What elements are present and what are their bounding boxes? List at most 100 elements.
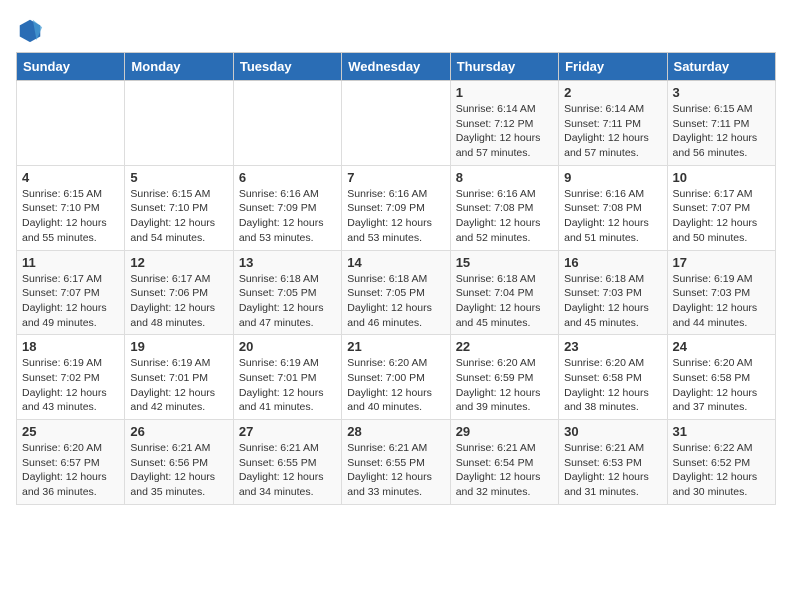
day-number: 30	[564, 424, 661, 439]
calendar-cell: 28Sunrise: 6:21 AM Sunset: 6:55 PM Dayli…	[342, 420, 450, 505]
day-info: Sunrise: 6:21 AM Sunset: 6:53 PM Dayligh…	[564, 441, 661, 500]
week-row-3: 11 Sunrise: 6:17 AM Sunset: 7:07 PM Dayli…	[17, 250, 776, 335]
day-number: 19	[130, 339, 227, 354]
day-info: Sunrise: 6:16 AM Sunset: 7:09 PM Dayligh…	[239, 187, 336, 246]
day-number: 11	[22, 255, 119, 270]
day-info: Sunrise: 6:20 AM Sunset: 6:57 PM Dayligh…	[22, 441, 119, 500]
day-info: Sunrise: 6:21 AM Sunset: 6:56 PM Dayligh…	[130, 441, 227, 500]
day-number: 10	[673, 170, 770, 185]
day-number: 12	[130, 255, 227, 270]
day-number: 8	[456, 170, 553, 185]
day-info: Sunrise: 6:20 AM Sunset: 6:59 PM Dayligh…	[456, 356, 553, 415]
day-info: Sunrise: 6:16 AM Sunset: 7:09 PM Dayligh…	[347, 187, 444, 246]
day-info: Sunrise: 6:18 AM Sunset: 7:05 PM Dayligh…	[347, 272, 444, 331]
calendar-cell: 13 Sunrise: 6:18 AM Sunset: 7:05 PM Dayli…	[233, 250, 341, 335]
calendar-table: SundayMondayTuesdayWednesdayThursdayFrid…	[16, 52, 776, 505]
day-info: Sunrise: 6:21 AM Sunset: 6:54 PM Dayligh…	[456, 441, 553, 500]
day-info: Sunrise: 6:18 AM Sunset: 7:05 PM Dayligh…	[239, 272, 336, 331]
calendar-cell: 1 Sunrise: 6:14 AM Sunset: 7:12 PM Daylig…	[450, 81, 558, 166]
day-header-thursday: Thursday	[450, 53, 558, 81]
calendar-cell: 31 Sunrise: 6:22 AM Sunset: 6:52 PM Dayli…	[667, 420, 775, 505]
day-header-wednesday: Wednesday	[342, 53, 450, 81]
calendar-cell: 14 Sunrise: 6:18 AM Sunset: 7:05 PM Dayli…	[342, 250, 450, 335]
day-info: Sunrise: 6:17 AM Sunset: 7:07 PM Dayligh…	[673, 187, 770, 246]
day-number: 15	[456, 255, 553, 270]
week-row-1: 1 Sunrise: 6:14 AM Sunset: 7:12 PM Daylig…	[17, 81, 776, 166]
day-number: 23	[564, 339, 661, 354]
calendar-cell	[125, 81, 233, 166]
day-number: 13	[239, 255, 336, 270]
calendar-cell: 15 Sunrise: 6:18 AM Sunset: 7:04 PM Dayli…	[450, 250, 558, 335]
day-number: 22	[456, 339, 553, 354]
calendar-cell: 6 Sunrise: 6:16 AM Sunset: 7:09 PM Daylig…	[233, 165, 341, 250]
day-info: Sunrise: 6:18 AM Sunset: 7:04 PM Dayligh…	[456, 272, 553, 331]
day-info: Sunrise: 6:15 AM Sunset: 7:10 PM Dayligh…	[130, 187, 227, 246]
calendar-cell: 16Sunrise: 6:18 AM Sunset: 7:03 PM Dayli…	[559, 250, 667, 335]
calendar-cell: 12Sunrise: 6:17 AM Sunset: 7:06 PM Dayli…	[125, 250, 233, 335]
calendar-cell	[342, 81, 450, 166]
day-number: 27	[239, 424, 336, 439]
day-header-monday: Monday	[125, 53, 233, 81]
calendar-cell: 25 Sunrise: 6:20 AM Sunset: 6:57 PM Dayli…	[17, 420, 125, 505]
calendar-cell: 10 Sunrise: 6:17 AM Sunset: 7:07 PM Dayli…	[667, 165, 775, 250]
week-row-2: 4 Sunrise: 6:15 AM Sunset: 7:10 PM Daylig…	[17, 165, 776, 250]
calendar-cell: 29 Sunrise: 6:21 AM Sunset: 6:54 PM Dayli…	[450, 420, 558, 505]
calendar-cell	[17, 81, 125, 166]
logo-icon	[16, 16, 44, 44]
day-info: Sunrise: 6:20 AM Sunset: 6:58 PM Dayligh…	[673, 356, 770, 415]
calendar-cell: 30 Sunrise: 6:21 AM Sunset: 6:53 PM Dayli…	[559, 420, 667, 505]
calendar-cell: 11 Sunrise: 6:17 AM Sunset: 7:07 PM Dayli…	[17, 250, 125, 335]
day-number: 17	[673, 255, 770, 270]
calendar-cell: 4 Sunrise: 6:15 AM Sunset: 7:10 PM Daylig…	[17, 165, 125, 250]
calendar-body: 1 Sunrise: 6:14 AM Sunset: 7:12 PM Daylig…	[17, 81, 776, 505]
day-info: Sunrise: 6:21 AM Sunset: 6:55 PM Dayligh…	[239, 441, 336, 500]
day-number: 4	[22, 170, 119, 185]
day-number: 9	[564, 170, 661, 185]
calendar-cell: 23Sunrise: 6:20 AM Sunset: 6:58 PM Dayli…	[559, 335, 667, 420]
day-info: Sunrise: 6:19 AM Sunset: 7:02 PM Dayligh…	[22, 356, 119, 415]
day-info: Sunrise: 6:14 AM Sunset: 7:11 PM Dayligh…	[564, 102, 661, 161]
calendar-cell: 7 Sunrise: 6:16 AM Sunset: 7:09 PM Daylig…	[342, 165, 450, 250]
day-number: 24	[673, 339, 770, 354]
calendar-cell: 18 Sunrise: 6:19 AM Sunset: 7:02 PM Dayli…	[17, 335, 125, 420]
day-header-tuesday: Tuesday	[233, 53, 341, 81]
day-info: Sunrise: 6:18 AM Sunset: 7:03 PM Dayligh…	[564, 272, 661, 331]
calendar-cell: 26 Sunrise: 6:21 AM Sunset: 6:56 PM Dayli…	[125, 420, 233, 505]
day-number: 20	[239, 339, 336, 354]
day-number: 14	[347, 255, 444, 270]
logo	[16, 16, 48, 44]
day-header-sunday: Sunday	[17, 53, 125, 81]
day-header-friday: Friday	[559, 53, 667, 81]
day-number: 7	[347, 170, 444, 185]
day-header-saturday: Saturday	[667, 53, 775, 81]
week-row-5: 25 Sunrise: 6:20 AM Sunset: 6:57 PM Dayli…	[17, 420, 776, 505]
calendar-cell: 9 Sunrise: 6:16 AM Sunset: 7:08 PM Daylig…	[559, 165, 667, 250]
day-number: 25	[22, 424, 119, 439]
day-info: Sunrise: 6:16 AM Sunset: 7:08 PM Dayligh…	[564, 187, 661, 246]
calendar-cell: 19Sunrise: 6:19 AM Sunset: 7:01 PM Dayli…	[125, 335, 233, 420]
calendar-cell: 27 Sunrise: 6:21 AM Sunset: 6:55 PM Dayli…	[233, 420, 341, 505]
calendar-cell: 3Sunrise: 6:15 AM Sunset: 7:11 PM Daylig…	[667, 81, 775, 166]
calendar-cell: 21 Sunrise: 6:20 AM Sunset: 7:00 PM Dayli…	[342, 335, 450, 420]
page-header	[16, 16, 776, 44]
day-info: Sunrise: 6:17 AM Sunset: 7:07 PM Dayligh…	[22, 272, 119, 331]
day-info: Sunrise: 6:16 AM Sunset: 7:08 PM Dayligh…	[456, 187, 553, 246]
day-number: 18	[22, 339, 119, 354]
day-number: 26	[130, 424, 227, 439]
day-info: Sunrise: 6:20 AM Sunset: 7:00 PM Dayligh…	[347, 356, 444, 415]
day-info: Sunrise: 6:14 AM Sunset: 7:12 PM Dayligh…	[456, 102, 553, 161]
day-info: Sunrise: 6:15 AM Sunset: 7:10 PM Dayligh…	[22, 187, 119, 246]
day-number: 1	[456, 85, 553, 100]
day-info: Sunrise: 6:15 AM Sunset: 7:11 PM Dayligh…	[673, 102, 770, 161]
day-number: 31	[673, 424, 770, 439]
day-number: 21	[347, 339, 444, 354]
day-number: 6	[239, 170, 336, 185]
day-number: 2	[564, 85, 661, 100]
calendar-cell: 24 Sunrise: 6:20 AM Sunset: 6:58 PM Dayli…	[667, 335, 775, 420]
day-number: 29	[456, 424, 553, 439]
day-info: Sunrise: 6:21 AM Sunset: 6:55 PM Dayligh…	[347, 441, 444, 500]
calendar-header-row: SundayMondayTuesdayWednesdayThursdayFrid…	[17, 53, 776, 81]
calendar-cell: 8 Sunrise: 6:16 AM Sunset: 7:08 PM Daylig…	[450, 165, 558, 250]
calendar-cell: 22 Sunrise: 6:20 AM Sunset: 6:59 PM Dayli…	[450, 335, 558, 420]
day-info: Sunrise: 6:22 AM Sunset: 6:52 PM Dayligh…	[673, 441, 770, 500]
